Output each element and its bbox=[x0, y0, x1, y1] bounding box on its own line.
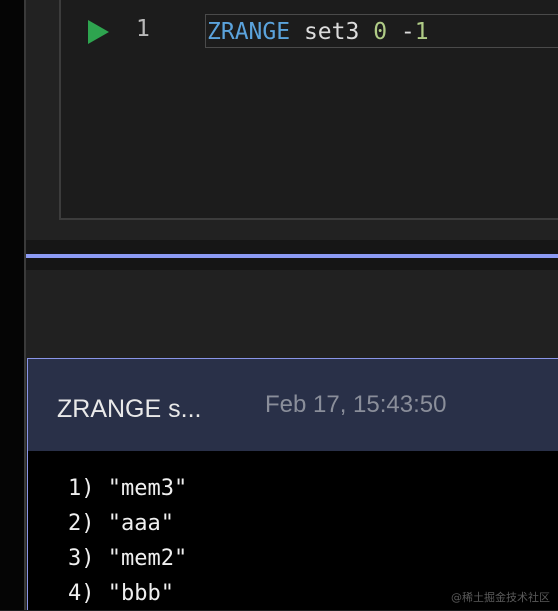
result-card: ZRANGE s... Feb 17, 15:43:50 1) "mem3" 2)… bbox=[27, 358, 558, 610]
result-row: 1) "mem3" bbox=[68, 476, 188, 501]
watermark: @稀土掘金技术社区 bbox=[451, 591, 550, 604]
code-line[interactable]: ZRANGE set3 0 -1 bbox=[205, 14, 558, 48]
command-timestamp: Feb 17, 15:43:50 bbox=[265, 391, 447, 418]
divider-gap bbox=[26, 240, 558, 254]
code-stop: 1 bbox=[414, 19, 429, 45]
result-row: 3) "mem2" bbox=[68, 546, 188, 571]
code-keyword: ZRANGE bbox=[207, 19, 291, 45]
result-header[interactable]: ZRANGE s... Feb 17, 15:43:50 bbox=[28, 359, 558, 451]
play-icon[interactable] bbox=[86, 19, 110, 45]
code-stop-sign: - bbox=[400, 19, 415, 45]
command-title: ZRANGE s... bbox=[57, 395, 202, 423]
divider-gap-lower bbox=[26, 258, 558, 270]
result-output: 1) "mem3" 2) "aaa" 3) "mem2" 4) "bbb" bbox=[68, 471, 187, 611]
line-number: 1 bbox=[136, 16, 150, 42]
left-gutter bbox=[0, 0, 24, 610]
result-row: 2) "aaa" bbox=[68, 511, 174, 536]
result-row: 4) "bbb" bbox=[68, 581, 174, 606]
code-key: set3 bbox=[303, 19, 360, 45]
code-start: 0 bbox=[373, 19, 388, 45]
